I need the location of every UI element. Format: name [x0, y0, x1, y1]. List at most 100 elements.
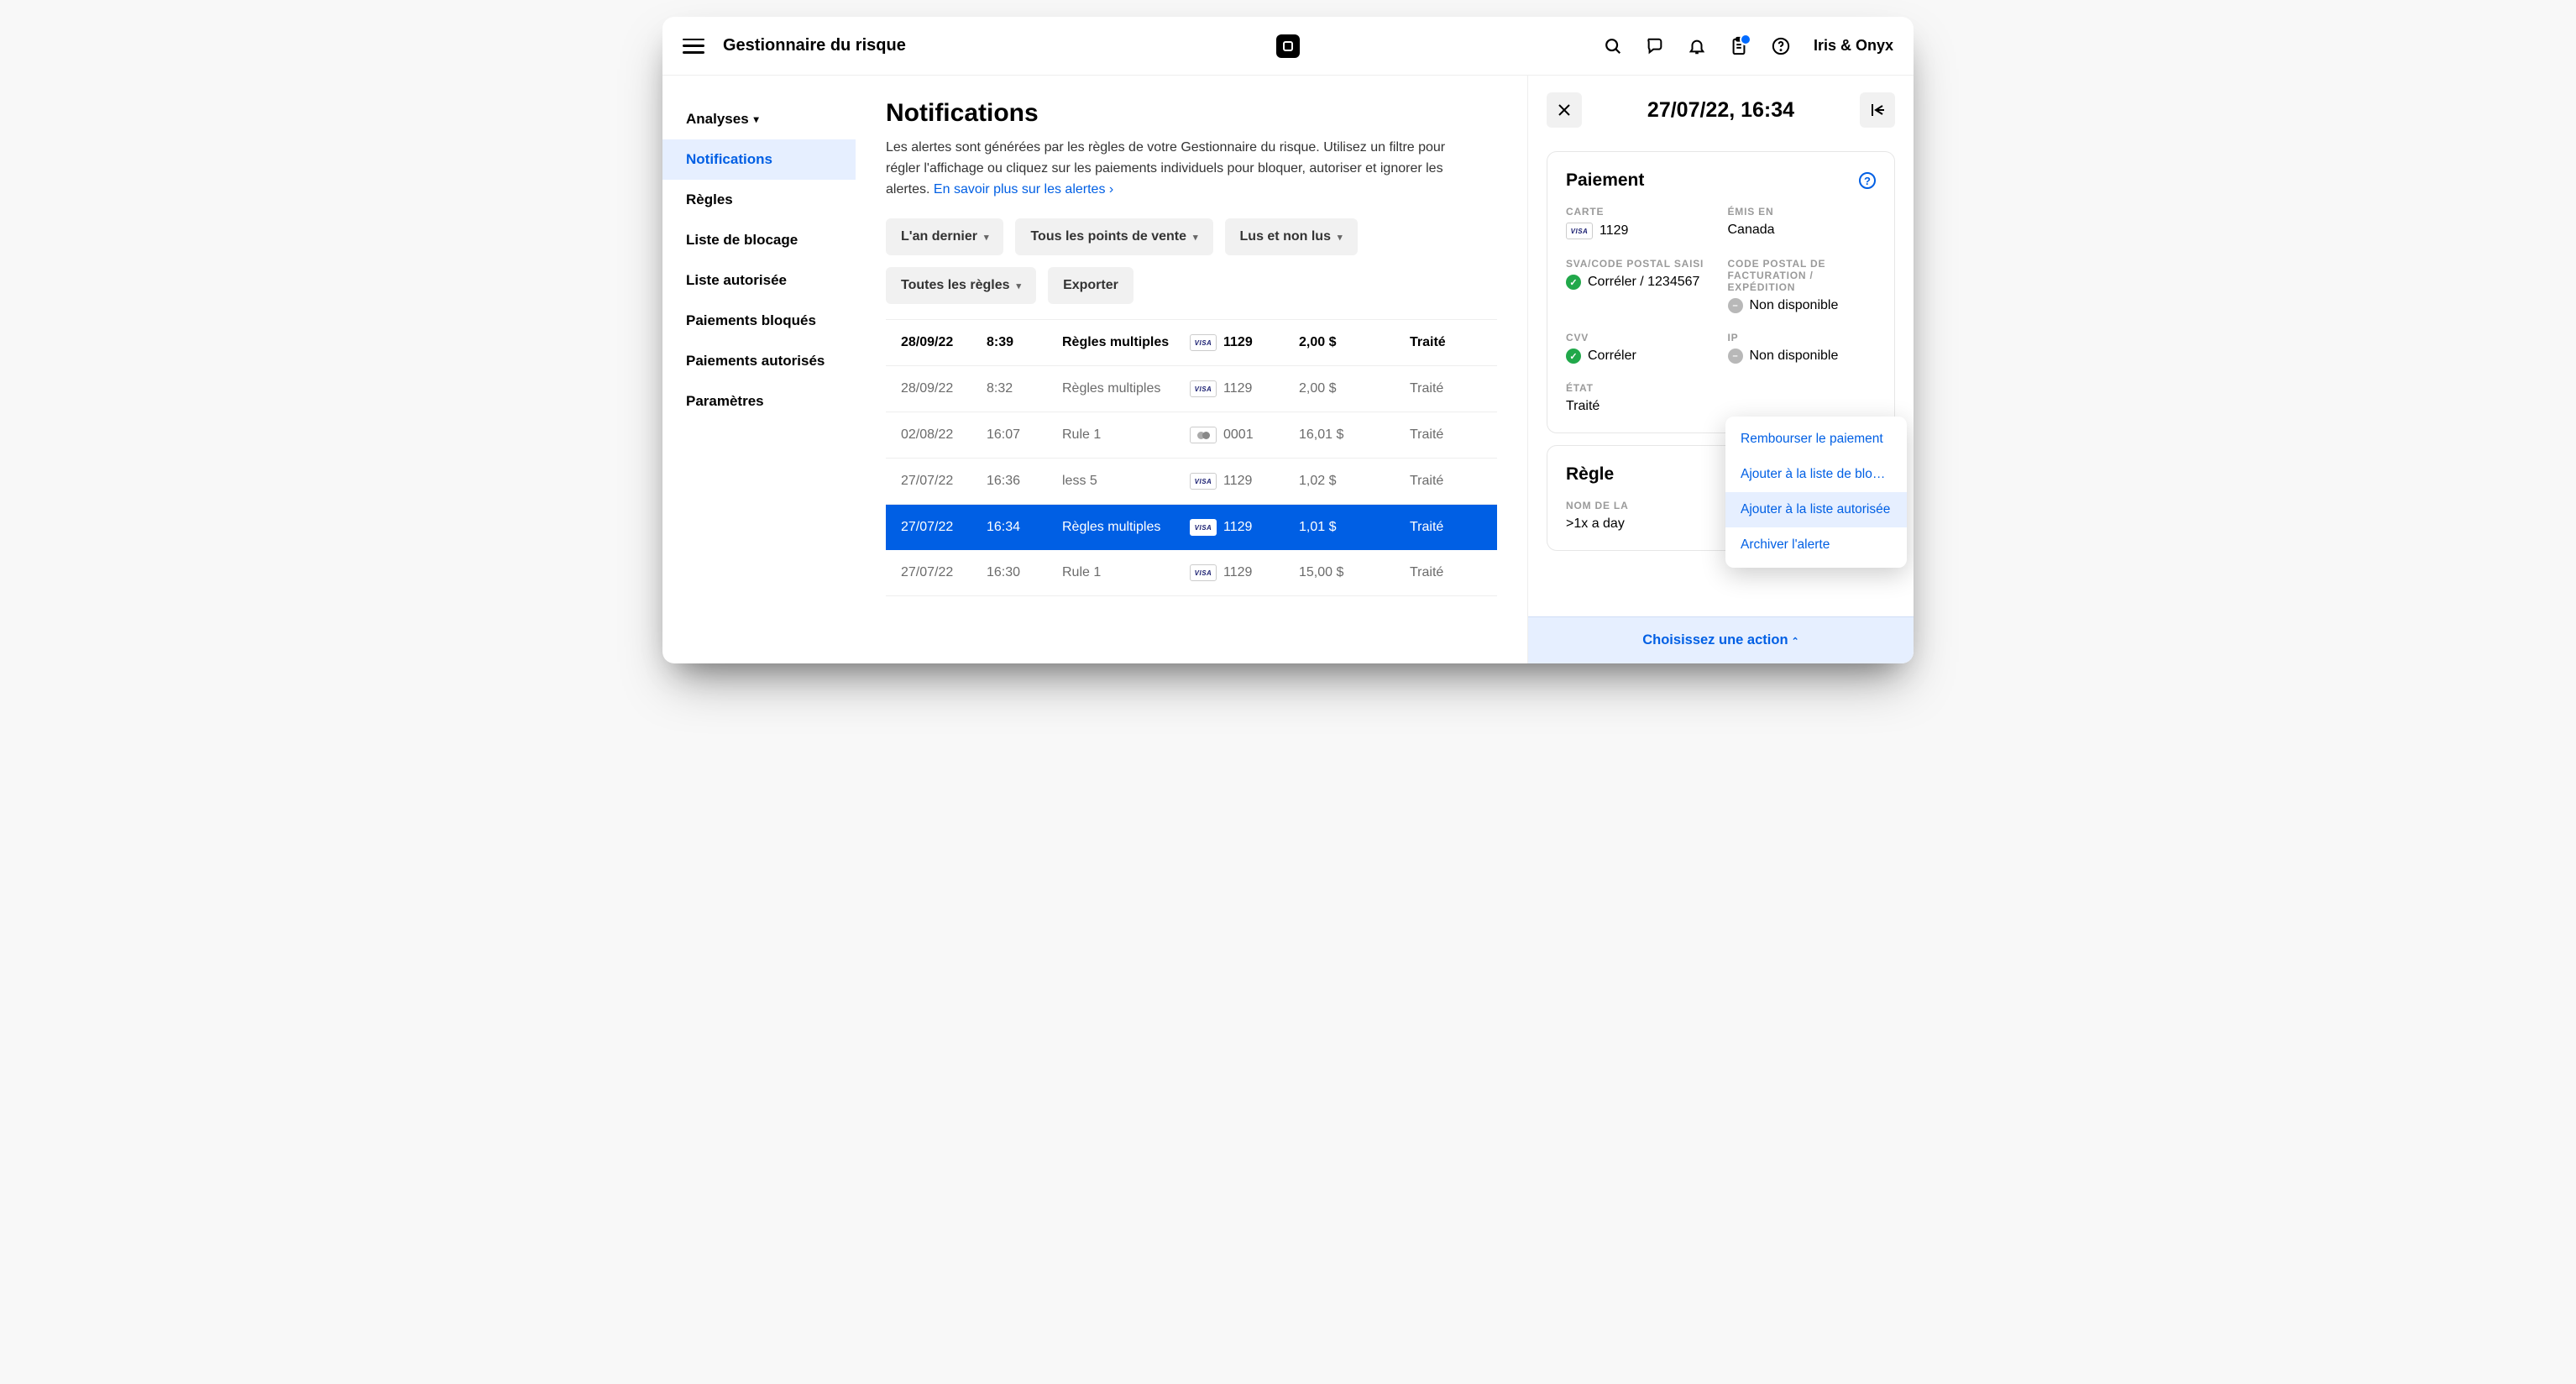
chevron-down-icon: ▾	[1017, 280, 1022, 291]
cell-status: Traité	[1410, 520, 1482, 535]
sidebar-item-rules[interactable]: Règles	[662, 180, 856, 220]
cell-last4: 1129	[1223, 520, 1252, 535]
cell-last4: 0001	[1223, 427, 1254, 443]
cell-amount: 1,01 $	[1299, 520, 1410, 535]
kv-value: Corréler	[1588, 349, 1636, 364]
table-row[interactable]: 28/09/228:39Règles multiplesVISA11292,00…	[886, 319, 1497, 366]
sidebar-item-label: Paiements autorisés	[686, 353, 825, 370]
kv-label: CVV	[1566, 332, 1715, 343]
cell-time: 16:07	[987, 427, 1062, 443]
cell-card: 0001	[1190, 427, 1299, 443]
sidebar-item-label: Liste autorisée	[686, 272, 787, 289]
check-icon: ✓	[1566, 275, 1581, 290]
search-icon[interactable]	[1604, 37, 1622, 55]
table-row[interactable]: 27/07/2216:34Règles multiplesVISA11291,0…	[886, 505, 1497, 550]
table-row[interactable]: 02/08/2216:07Rule 1000116,01 $Traité	[886, 412, 1497, 459]
filter-label: Tous les points de vente	[1030, 229, 1186, 244]
choose-action-button[interactable]: Choisissez une action⌃	[1528, 616, 1914, 663]
panel-title: 27/07/22, 16:34	[1582, 98, 1860, 123]
cell-date: 28/09/22	[901, 381, 987, 396]
cell-amount: 2,00 $	[1299, 381, 1410, 396]
cell-card: VISA 1129	[1190, 380, 1299, 397]
cell-rule: Règles multiples	[1062, 335, 1190, 350]
help-icon[interactable]	[1772, 37, 1790, 55]
filter-label: Exporter	[1063, 278, 1118, 293]
sidebar-item-allowlist[interactable]: Liste autorisée	[662, 260, 856, 301]
filter-location[interactable]: Tous les points de vente▾	[1015, 218, 1212, 255]
cell-amount: 16,01 $	[1299, 427, 1410, 443]
kv-cvv: CVV ✓Corréler	[1566, 332, 1715, 364]
chat-icon[interactable]	[1646, 37, 1664, 55]
card-title: Paiement	[1566, 170, 1644, 191]
sidebar-item-blocked-payments[interactable]: Paiements bloqués	[662, 301, 856, 341]
cell-rule: Règles multiples	[1062, 381, 1190, 396]
sidebar-item-label: Notifications	[686, 151, 772, 168]
sidebar: Analyses ▾ Notifications Règles Liste de…	[662, 76, 856, 663]
filter-date[interactable]: L'an dernier▾	[886, 218, 1003, 255]
sidebar-item-settings[interactable]: Paramètres	[662, 381, 856, 422]
cell-card: VISA1129	[1190, 473, 1299, 490]
kv-label: ÉTAT	[1566, 382, 1715, 394]
table-row[interactable]: 27/07/2216:30Rule 1VISA112915,00 $Traité	[886, 550, 1497, 596]
kv-state: ÉTAT Traité	[1566, 382, 1715, 414]
help-icon[interactable]: ?	[1859, 172, 1876, 189]
kv-label: ÉMIS EN	[1728, 206, 1877, 218]
cell-status: Traité	[1410, 335, 1482, 350]
table-row[interactable]: 27/07/2216:36less 5VISA11291,02 $Traité	[886, 459, 1497, 505]
payment-card: Paiement ? CARTE VISA1129 ÉMIS EN Canada	[1547, 151, 1895, 433]
kv-billzip: CODE POSTAL DE FACTURATION / EXPÉDITION …	[1728, 258, 1877, 313]
merchant-name[interactable]: Iris & Onyx	[1814, 37, 1893, 55]
collapse-button[interactable]	[1860, 92, 1895, 128]
chevron-up-icon: ⌃	[1792, 637, 1799, 647]
cell-date: 27/07/22	[901, 474, 987, 489]
kv-value: Traité	[1566, 399, 1715, 414]
page-description: Les alertes sont générées par les règles…	[886, 138, 1474, 200]
visa-icon: VISA	[1190, 473, 1217, 490]
filter-label: Lus et non lus	[1240, 229, 1331, 244]
action-refund[interactable]: Rembourser le paiement	[1725, 422, 1907, 457]
sidebar-item-allowed-payments[interactable]: Paiements autorisés	[662, 341, 856, 381]
filter-bar: L'an dernier▾ Tous les points de vente▾ …	[886, 218, 1497, 304]
mastercard-icon	[1190, 427, 1217, 443]
learn-more-link[interactable]: En savoir plus sur les alertes ›	[934, 182, 1113, 197]
kv-avs: SVA/CODE POSTAL SAISI ✓Corréler / 123456…	[1566, 258, 1715, 313]
sidebar-item-label: Analyses	[686, 111, 749, 128]
app-title: Gestionnaire du risque	[723, 36, 906, 55]
cell-amount: 1,02 $	[1299, 474, 1410, 489]
close-button[interactable]	[1547, 92, 1582, 128]
action-archive[interactable]: Archiver l'alerte	[1725, 527, 1907, 563]
square-logo[interactable]	[1276, 34, 1300, 58]
sidebar-item-notifications[interactable]: Notifications	[662, 139, 856, 180]
cell-card: VISA1129	[1190, 564, 1299, 581]
export-button[interactable]: Exporter	[1048, 267, 1134, 304]
cell-status: Traité	[1410, 381, 1482, 396]
cell-time: 8:39	[987, 335, 1062, 350]
kv-label: SVA/CODE POSTAL SAISI	[1566, 258, 1715, 270]
page-title: Notifications	[886, 99, 1497, 128]
sidebar-item-blocklist[interactable]: Liste de blocage	[662, 220, 856, 260]
action-allowlist[interactable]: Ajouter à la liste autorisée	[1725, 492, 1907, 527]
clipboard-icon[interactable]	[1730, 37, 1748, 55]
cell-last4: 1129	[1223, 381, 1252, 396]
alerts-table: 28/09/228:39Règles multiplesVISA11292,00…	[886, 319, 1497, 596]
filter-label: Toutes les règles	[901, 278, 1010, 293]
action-blocklist[interactable]: Ajouter à la liste de bloc…	[1725, 457, 1907, 492]
bell-icon[interactable]	[1688, 37, 1706, 55]
menu-icon[interactable]	[683, 39, 704, 54]
topbar: Gestionnaire du risque Iris & Onyx	[662, 17, 1914, 76]
visa-icon: VISA	[1566, 223, 1593, 239]
kv-value: Canada	[1728, 223, 1877, 238]
chevron-down-icon: ▾	[754, 113, 759, 125]
table-row[interactable]: 28/09/228:32Règles multiplesVISA11292,00…	[886, 366, 1497, 412]
filter-read[interactable]: Lus et non lus▾	[1225, 218, 1358, 255]
cell-rule: less 5	[1062, 474, 1190, 489]
kv-label: CARTE	[1566, 206, 1715, 218]
sidebar-item-analyses[interactable]: Analyses ▾	[662, 99, 856, 139]
cell-status: Traité	[1410, 474, 1482, 489]
visa-icon: VISA	[1190, 334, 1217, 351]
visa-icon: VISA	[1190, 380, 1217, 397]
kv-label: CODE POSTAL DE FACTURATION / EXPÉDITION	[1728, 258, 1877, 293]
filter-rules[interactable]: Toutes les règles ▾	[886, 267, 1036, 304]
kv-label: IP	[1728, 332, 1877, 343]
cell-status: Traité	[1410, 427, 1482, 443]
